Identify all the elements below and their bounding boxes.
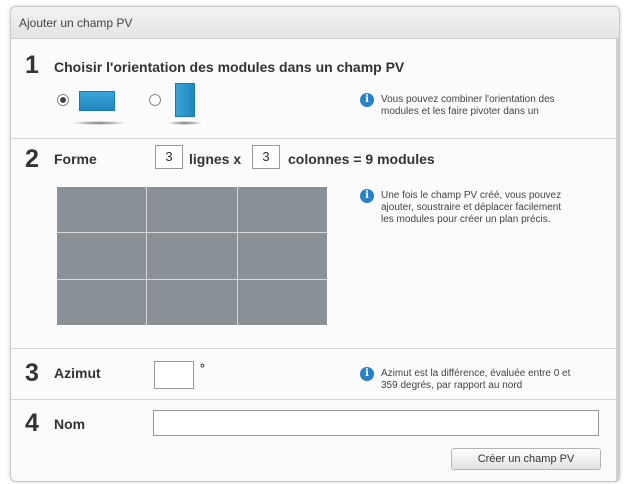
step-3-number: 3 — [25, 359, 39, 387]
azimuth-input[interactable] — [154, 361, 194, 389]
section-divider — [11, 348, 619, 349]
info-icon: i — [360, 93, 374, 107]
module-grid-preview — [57, 187, 327, 325]
shape-label: Forme — [54, 151, 97, 167]
rows-label: lignes x — [189, 151, 242, 167]
module-portrait-shadow — [167, 121, 203, 125]
orientation-info-text: Vous pouvez combiner l'orientation des m… — [381, 94, 555, 117]
orientation-portrait-radio[interactable] — [149, 94, 161, 106]
columns-result-label: colonnes = 9 modules — [288, 151, 435, 167]
degree-symbol: ° — [200, 361, 205, 375]
columns-input[interactable]: 3 — [252, 145, 280, 169]
module-landscape-shadow — [71, 121, 127, 125]
info-icon: i — [360, 367, 374, 381]
grid-module — [147, 187, 237, 233]
dialog-titlebar: Ajouter un champ PV — [11, 7, 619, 39]
rows-input[interactable]: 3 — [155, 145, 183, 169]
step-1-title: Choisir l'orientation des modules dans u… — [54, 59, 405, 75]
shape-info-text: Une fois le champ PV créé, vous pouvez a… — [381, 190, 562, 225]
step-2-number: 2 — [25, 145, 39, 173]
grid-module — [237, 233, 327, 279]
grid-module — [57, 233, 147, 279]
name-input[interactable] — [153, 410, 599, 436]
info-icon: i — [360, 189, 374, 203]
grid-module — [57, 187, 147, 233]
grid-module — [237, 279, 327, 325]
dialog-title: Ajouter un champ PV — [19, 16, 133, 30]
name-label: Nom — [54, 416, 86, 432]
module-portrait-icon[interactable] — [175, 83, 195, 117]
create-pv-field-button[interactable]: Créer un champ PV — [451, 448, 601, 470]
step-1-number: 1 — [25, 51, 39, 79]
add-pv-field-dialog: Ajouter un champ PV 1 Choisir l'orientat… — [10, 6, 620, 482]
azimuth-info-text: Azimut est la différence, évaluée entre … — [381, 368, 571, 391]
module-landscape-icon[interactable] — [79, 91, 115, 111]
scrollbar[interactable] — [616, 39, 619, 481]
grid-module — [57, 279, 147, 325]
grid-module — [147, 279, 237, 325]
grid-module — [147, 233, 237, 279]
section-divider — [11, 138, 619, 139]
grid-module — [237, 187, 327, 233]
step-4-number: 4 — [25, 409, 39, 437]
orientation-landscape-radio[interactable] — [57, 94, 69, 106]
azimuth-label: Azimut — [54, 365, 101, 381]
section-divider — [11, 399, 619, 400]
